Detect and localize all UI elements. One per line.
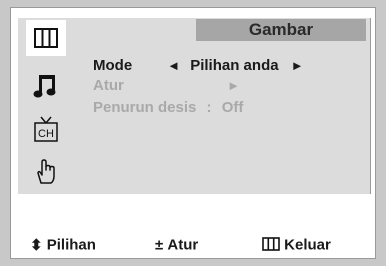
noise-value: Off (221, 99, 244, 116)
footer-bar: ⬍ Pilihan ± Atur Keluar (10, 228, 376, 258)
menu-title: Gambar (196, 19, 366, 41)
updown-icon: ⬍ (30, 237, 43, 255)
footer-move: ⬍ Pilihan (30, 236, 96, 255)
channel-icon-text: CH (38, 128, 54, 140)
menu-sidebar: CH (24, 20, 68, 192)
menu-row-mode[interactable]: Mode ◄ Pilihan anda ► (93, 57, 304, 74)
mode-label: Mode (93, 57, 133, 74)
setup-icon[interactable] (26, 154, 66, 190)
noise-separator: : (206, 99, 212, 116)
footer-exit-label: Keluar (284, 236, 331, 254)
sound-icon[interactable] (26, 68, 66, 104)
menu-row-atur[interactable]: Atur ► (93, 77, 240, 94)
atur-label: Atur (93, 77, 124, 94)
menu-row-noise-reduction[interactable]: Penurun desis : Off (93, 99, 243, 116)
menu-icon (262, 236, 284, 254)
plus-minus-icon: ± (155, 236, 164, 254)
mode-value: Pilihan anda (190, 57, 279, 74)
mode-right-arrow[interactable]: ► (291, 58, 304, 73)
channel-icon[interactable]: CH (26, 112, 66, 148)
mode-left-arrow[interactable]: ◄ (167, 58, 180, 73)
picture-icon[interactable] (26, 20, 66, 56)
footer-adjust-label: Atur (167, 236, 199, 254)
atur-right-arrow: ► (227, 78, 241, 93)
footer-adjust: ± Atur (155, 236, 198, 254)
footer-move-label: Pilihan (46, 236, 96, 254)
noise-label: Penurun desis (93, 99, 197, 116)
footer-exit: Keluar (262, 236, 331, 254)
